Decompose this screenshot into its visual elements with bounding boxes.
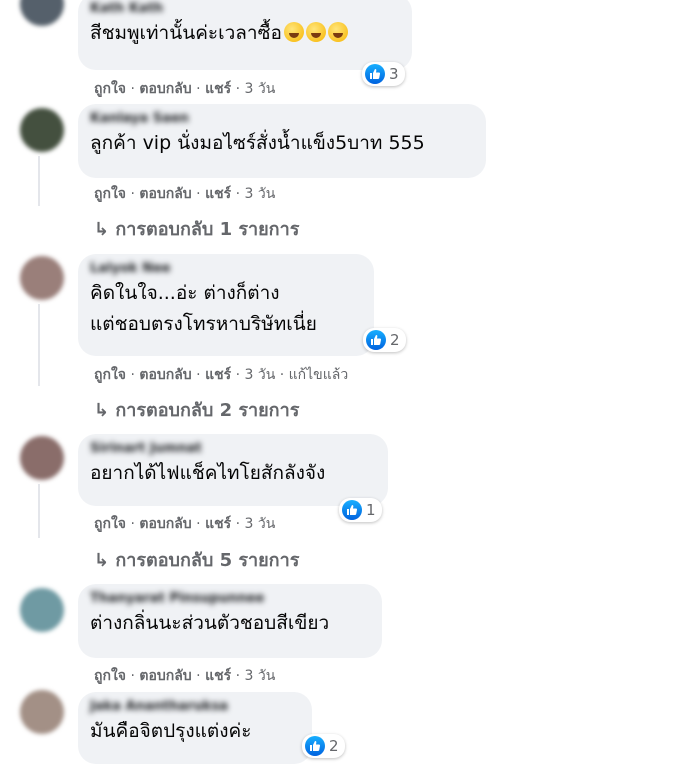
comment-actions: ถูกใจ · ตอบกลับ · แชร์ · 3 วัน · แก้ไขแล… (94, 364, 348, 386)
share-link[interactable]: แชร์ (205, 81, 231, 97)
edited-label[interactable]: แก้ไขแล้ว (289, 367, 349, 383)
share-link[interactable]: แชร์ (205, 668, 231, 684)
separator: · (130, 81, 135, 97)
separator: · (130, 516, 135, 532)
comment-text: ต่างกลิ่นนะส่วนตัวชอบสีเขียว (90, 612, 330, 634)
comment-bubble: Kanlaya Saen ลูกค้า vip นั่งมอไซร์สั่งน้… (78, 104, 486, 178)
timestamp[interactable]: 3 วัน (244, 186, 275, 202)
comment-author[interactable]: Thanyarat Pinsupunnee (90, 590, 370, 608)
comment-author[interactable]: Sirinart Jumnat (90, 440, 376, 458)
timestamp[interactable]: 3 วัน (244, 81, 275, 97)
like-link[interactable]: ถูกใจ (94, 81, 126, 97)
comment-bubble: Jaka Anantharuksa มันคือจิตปรุงแต่งค่ะ (78, 692, 312, 764)
react-count: 3 (389, 65, 399, 83)
comment-bubble: Sirinart Jumnat อยากได้ไฟแช็คไทโยสักลังจ… (78, 434, 388, 506)
separator: · (235, 81, 241, 97)
comment-text: สีชมพูเท่านั้นค่ะเวลาซื้อ (90, 18, 400, 49)
avatar[interactable] (20, 256, 64, 300)
separator: · (196, 186, 201, 202)
separator: · (196, 516, 201, 532)
comment-bubble: Thanyarat Pinsupunnee ต่างกลิ่นนะส่วนตัว… (78, 584, 382, 658)
reply-link[interactable]: ตอบกลับ (139, 367, 191, 383)
avatar[interactable] (20, 690, 64, 734)
reaction-count[interactable]: 3 (362, 62, 405, 86)
separator: · (196, 367, 201, 383)
comment-actions: ถูกใจ · ตอบกลับ · แชร์ · 3 วัน (94, 513, 275, 535)
comment-text: อยากได้ไฟแช็คไทโยสักลังจัง (90, 462, 326, 484)
comment-author[interactable]: Kath Kath (90, 0, 400, 18)
avatar[interactable] (20, 588, 64, 632)
grinning-squint-emoji-icon (327, 22, 348, 42)
timestamp[interactable]: 3 วัน (244, 516, 275, 532)
reaction-count[interactable]: 2 (363, 328, 406, 352)
like-link[interactable]: ถูกใจ (94, 367, 126, 383)
comment-actions: ถูกใจ · ตอบกลับ · แชร์ · 3 วัน (94, 78, 275, 100)
react-count: 1 (366, 501, 376, 519)
view-replies-link[interactable]: ↳ การตอบกลับ 5 รายการ (94, 545, 299, 574)
reply-link[interactable]: ตอบกลับ (139, 81, 191, 97)
like-icon (365, 64, 385, 84)
separator: · (196, 81, 201, 97)
view-replies-link[interactable]: ↳ การตอบกลับ 1 รายการ (94, 214, 299, 243)
comment-text-content: สีชมพูเท่านั้นค่ะเวลาซื้อ (90, 22, 282, 44)
separator: · (130, 367, 135, 383)
share-link[interactable]: แชร์ (205, 186, 231, 202)
share-link[interactable]: แชร์ (205, 367, 231, 383)
separator: · (235, 367, 241, 383)
view-replies-link[interactable]: ↳ การตอบกลับ 2 รายการ (94, 395, 299, 424)
like-link[interactable]: ถูกใจ (94, 186, 126, 202)
reply-link[interactable]: ตอบกลับ (139, 186, 191, 202)
separator: · (130, 668, 135, 684)
timestamp[interactable]: 3 วัน (244, 367, 275, 383)
separator: · (235, 516, 241, 532)
comment-text: ลูกค้า vip นั่งมอไซร์สั่งน้ำแข็ง5บาท 555 (90, 132, 425, 154)
separator: · (279, 367, 285, 383)
separator: · (130, 186, 135, 202)
comment-author[interactable]: Kanlaya Saen (90, 110, 474, 128)
like-icon (342, 500, 362, 520)
separator: · (235, 668, 241, 684)
comment-text: มันคือจิตปรุงแต่งค่ะ (90, 720, 252, 742)
thread-line (38, 484, 40, 538)
comment-text: คิดในใจ...อ่ะ ต่างก็ต่าง แต่ชอบตรงโทรหาบ… (90, 282, 317, 335)
avatar[interactable] (20, 108, 64, 152)
timestamp[interactable]: 3 วัน (244, 668, 275, 684)
avatar[interactable] (20, 436, 64, 480)
like-link[interactable]: ถูกใจ (94, 516, 126, 532)
reply-link[interactable]: ตอบกลับ (139, 668, 191, 684)
react-count: 2 (390, 331, 400, 349)
share-link[interactable]: แชร์ (205, 516, 231, 532)
like-icon (305, 736, 325, 756)
like-link[interactable]: ถูกใจ (94, 668, 126, 684)
react-count: 2 (329, 737, 339, 755)
comment-author[interactable]: Lalyok Nee (90, 260, 362, 278)
reaction-count[interactable]: 1 (339, 498, 382, 522)
avatar[interactable] (20, 0, 64, 26)
separator: · (196, 668, 201, 684)
thread-line (38, 156, 40, 206)
comment-bubble: Kath Kath สีชมพูเท่านั้นค่ะเวลาซื้อ (78, 0, 412, 70)
comment-actions: ถูกใจ · ตอบกลับ · แชร์ · 3 วัน (94, 183, 275, 205)
grinning-squint-emoji-icon (283, 22, 304, 42)
comment-actions: ถูกใจ · ตอบกลับ · แชร์ · 3 วัน (94, 665, 275, 687)
comment-bubble: Lalyok Nee คิดในใจ...อ่ะ ต่างก็ต่าง แต่ช… (78, 254, 374, 356)
grinning-squint-emoji-icon (305, 22, 326, 42)
like-icon (366, 330, 386, 350)
reaction-count[interactable]: 2 (302, 734, 345, 758)
separator: · (235, 186, 241, 202)
thread-line (38, 304, 40, 386)
reply-link[interactable]: ตอบกลับ (139, 516, 191, 532)
comment-author[interactable]: Jaka Anantharuksa (90, 698, 300, 716)
